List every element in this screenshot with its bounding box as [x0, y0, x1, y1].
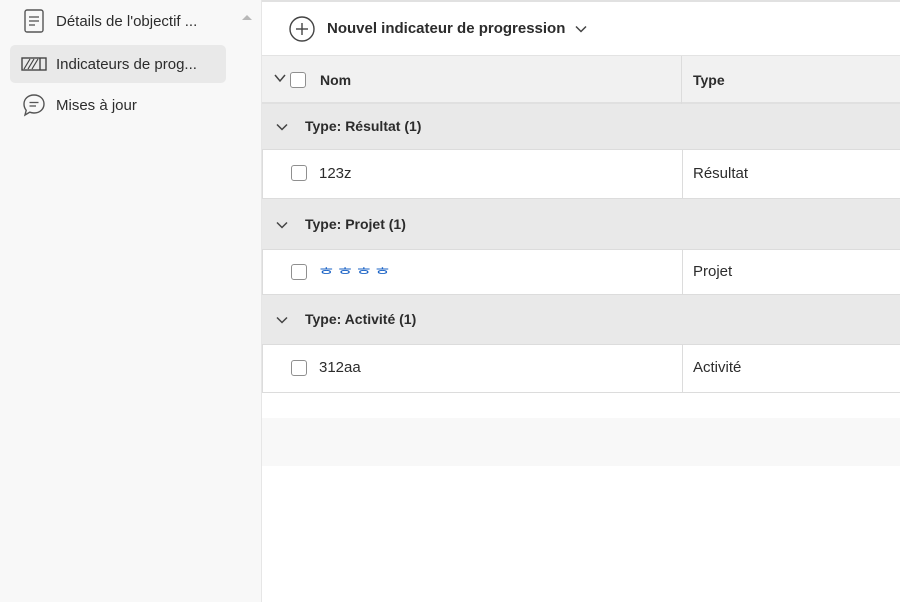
table-row[interactable]: 123z Résultat — [262, 150, 900, 199]
group-label: Type: Résultat (1) — [305, 118, 422, 134]
group-label: Type: Projet (1) — [305, 216, 406, 232]
row-name[interactable]: 312aa — [319, 359, 361, 376]
new-progress-indicator-label: Nouvel indicateur de progression — [327, 20, 566, 37]
comment-bubble-icon — [20, 91, 48, 119]
row-name-link[interactable]: ᄒᄒᄒᄒ — [319, 261, 394, 285]
column-divider — [682, 150, 683, 198]
row-type: Activité — [693, 359, 742, 376]
group-row-activity[interactable]: Type: Activité (1) — [262, 295, 900, 345]
sidebar-item-progress-indicators[interactable]: Indicateurs de prog... — [10, 45, 226, 83]
row-name[interactable]: 123z — [319, 165, 352, 182]
table-row[interactable]: ᄒᄒᄒᄒ Projet — [262, 250, 900, 295]
sidebar-item-details[interactable]: Détails de l'objectif ... — [10, 2, 226, 40]
column-divider — [682, 345, 683, 392]
chevron-down-icon[interactable] — [274, 73, 286, 83]
table-row[interactable]: 312aa Activité — [262, 345, 900, 393]
table-header: Nom Type — [262, 56, 900, 104]
select-all-checkbox[interactable] — [290, 72, 306, 88]
sidebar-item-label: Mises à jour — [56, 96, 137, 114]
row-type: Résultat — [693, 165, 749, 182]
row-checkbox[interactable] — [291, 165, 307, 181]
group-row-result[interactable]: Type: Résultat (1) — [262, 104, 900, 150]
group-row-project[interactable]: Type: Projet (1) — [262, 199, 900, 250]
chevron-down-icon[interactable] — [575, 25, 587, 33]
toolbar: Nouvel indicateur de progression — [262, 2, 900, 56]
progress-indicator-icon — [20, 50, 48, 78]
column-header-name[interactable]: Nom — [320, 72, 351, 88]
add-circle-icon — [289, 15, 315, 42]
collapse-up-icon[interactable] — [240, 12, 254, 22]
column-divider[interactable] — [681, 56, 682, 104]
sidebar: Détails de l'objectif ... Indicateurs de… — [0, 0, 262, 602]
chevron-down-icon[interactable] — [276, 221, 288, 229]
column-divider — [682, 250, 683, 294]
document-icon — [20, 7, 48, 35]
row-checkbox[interactable] — [291, 264, 307, 280]
chevron-down-icon[interactable] — [276, 123, 288, 131]
column-header-type[interactable]: Type — [693, 72, 725, 88]
row-checkbox[interactable] — [291, 360, 307, 376]
row-type: Projet — [693, 263, 733, 280]
group-label: Type: Activité (1) — [305, 311, 417, 327]
main-panel: Nouvel indicateur de progression Nom Typ… — [262, 0, 900, 602]
sidebar-item-label: Détails de l'objectif ... — [56, 12, 198, 30]
chevron-down-icon[interactable] — [276, 316, 288, 324]
table-footer-band — [262, 418, 900, 466]
sidebar-item-updates[interactable]: Mises à jour — [10, 86, 226, 124]
sidebar-item-label: Indicateurs de prog... — [56, 55, 197, 73]
progress-indicators-table: Nom Type Type: Résultat (1) 123z Résulta… — [262, 56, 900, 393]
new-progress-indicator-button[interactable]: Nouvel indicateur de progression — [288, 15, 587, 43]
